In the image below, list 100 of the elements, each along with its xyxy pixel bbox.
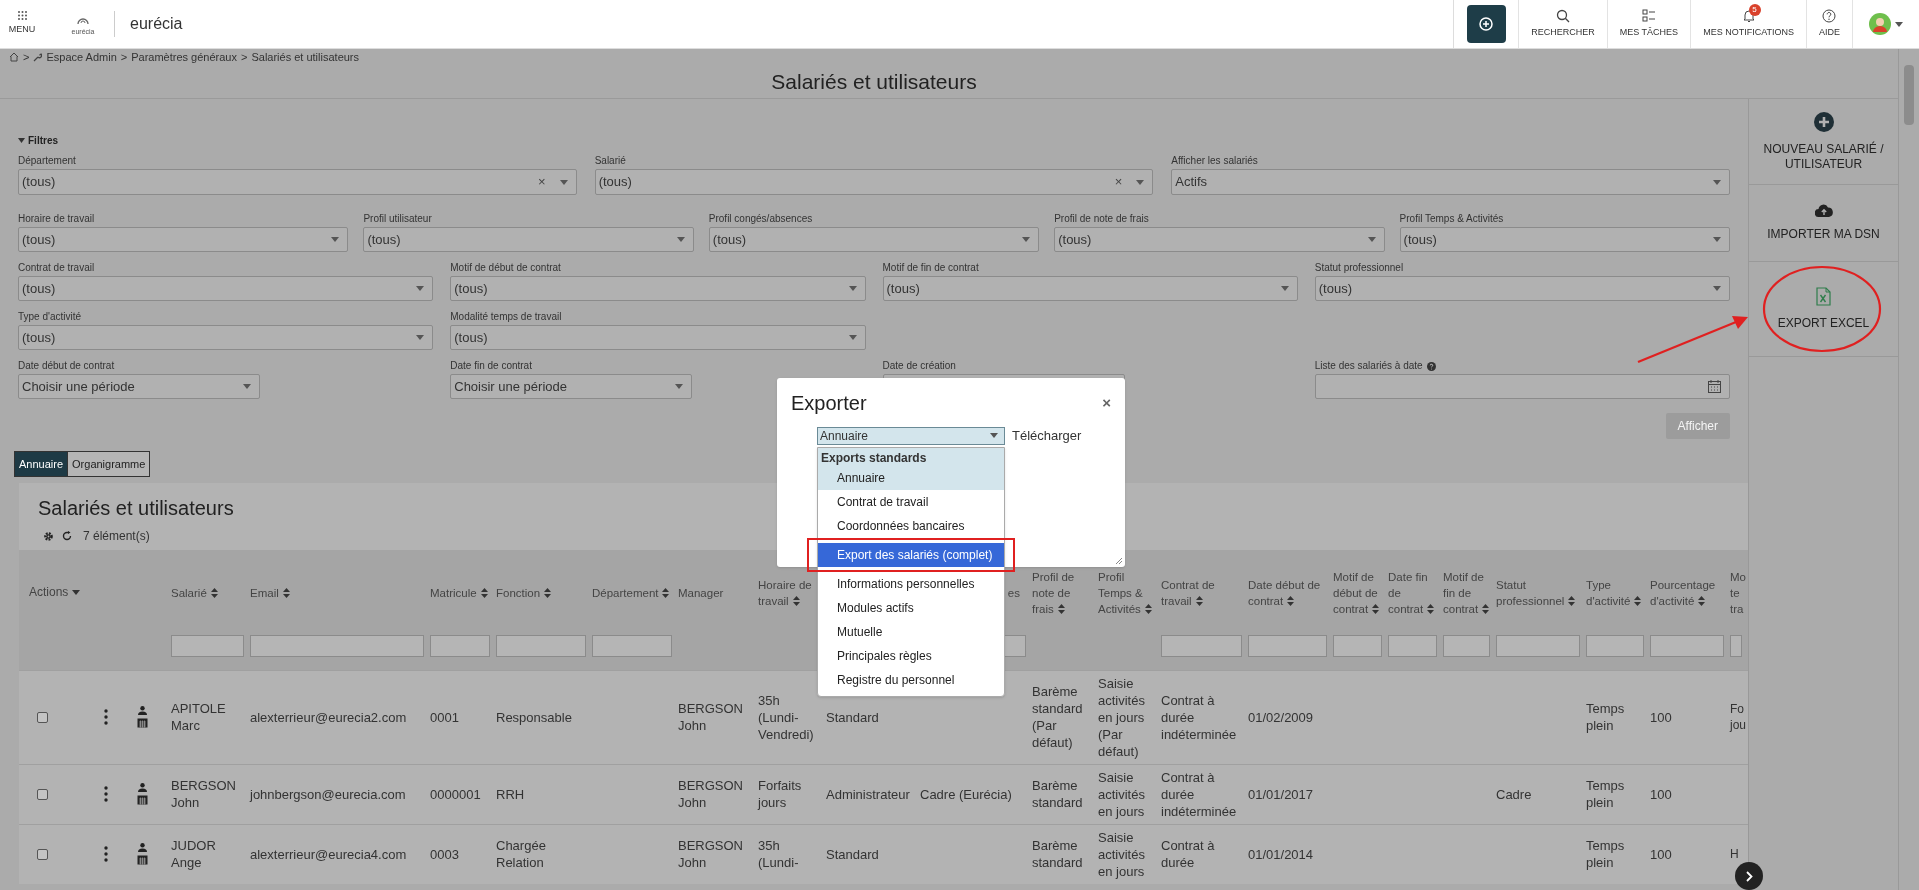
sort-icon[interactable] — [1427, 604, 1435, 615]
select-field[interactable]: (tous) — [1399, 227, 1730, 252]
view-tab[interactable]: Organigramme — [67, 452, 150, 476]
sort-icon[interactable] — [1144, 604, 1152, 615]
actions-menu[interactable]: Actions — [29, 584, 81, 601]
view-tab[interactable]: Annuaire — [15, 452, 68, 476]
resize-handle-icon[interactable] — [1116, 558, 1122, 564]
calendar-icon[interactable] — [137, 717, 148, 728]
clear-icon[interactable]: × — [538, 172, 546, 192]
row-checkbox[interactable] — [37, 788, 48, 800]
sort-icon[interactable] — [480, 588, 488, 599]
sort-icon[interactable] — [1372, 604, 1380, 615]
column-header[interactable]: Profil de note de frais — [1032, 568, 1094, 617]
select-field[interactable]: (tous) — [450, 325, 866, 350]
column-filter-field[interactable] — [592, 635, 672, 657]
person-icon[interactable] — [138, 706, 147, 715]
dropdown-option[interactable]: Mutuelle — [818, 620, 1004, 644]
column-header[interactable]: Motif de fin de contrat — [1443, 568, 1492, 617]
column-header[interactable]: Département — [592, 584, 674, 601]
toolbar-button[interactable]: MES TÂCHES — [1606, 0, 1691, 48]
sort-icon[interactable] — [792, 596, 800, 607]
select-field[interactable]: (tous) — [708, 227, 1040, 252]
column-header[interactable]: Date début de contrat — [1248, 576, 1329, 609]
avatar-icon[interactable] — [1869, 13, 1891, 35]
dropdown-option[interactable]: Principales règles — [818, 644, 1004, 668]
sort-icon[interactable] — [282, 588, 290, 599]
column-header[interactable]: Statut professionnel — [1496, 576, 1582, 609]
calendar-icon[interactable] — [137, 854, 148, 865]
column-filter-field[interactable] — [1496, 635, 1580, 657]
select-field[interactable]: (tous) — [18, 227, 349, 252]
column-filter-field[interactable] — [1650, 635, 1724, 657]
more-icon[interactable] — [104, 786, 108, 802]
column-filter-field[interactable] — [1248, 635, 1327, 657]
column-header[interactable]: Motif de début de contrat — [1333, 568, 1384, 617]
sidebar-action[interactable]: EXPORT EXCEL — [1749, 262, 1898, 357]
sort-icon[interactable] — [1634, 596, 1642, 607]
caret-icon[interactable] — [18, 138, 25, 143]
sort-icon[interactable] — [1057, 604, 1065, 615]
toolbar-button[interactable]: 5 MES NOTIFICATIONS — [1690, 0, 1806, 48]
row-checkbox[interactable] — [37, 848, 48, 860]
sort-icon[interactable] — [544, 588, 552, 599]
clear-icon[interactable]: × — [1114, 172, 1123, 192]
date-field[interactable] — [1314, 374, 1730, 399]
row-checkbox[interactable] — [37, 711, 48, 723]
column-header[interactable]: Contrat de travail — [1161, 576, 1244, 609]
settings-icon[interactable] — [43, 530, 54, 542]
column-filter-field[interactable] — [250, 635, 424, 657]
toolbar-button[interactable]: AIDE — [1806, 0, 1852, 48]
scrollbar-thumb[interactable] — [1904, 65, 1914, 125]
select-field[interactable]: (tous) — [1054, 227, 1385, 252]
column-filter-field[interactable] — [171, 635, 244, 657]
select-field[interactable]: Choisir une période — [450, 374, 693, 399]
column-header[interactable]: Email — [250, 584, 426, 601]
select-field[interactable]: (tous) — [363, 227, 694, 252]
download-link[interactable]: Télécharger — [1012, 426, 1082, 446]
breadcrumb-link[interactable]: Salariés et utilisateurs — [251, 48, 360, 66]
column-header[interactable]: Matricule — [430, 584, 492, 601]
sort-icon[interactable] — [1287, 596, 1295, 607]
home-icon[interactable] — [9, 52, 19, 62]
select-field[interactable]: (tous) × — [594, 169, 1154, 195]
calendar-icon[interactable] — [1708, 380, 1721, 393]
scroll-right-button[interactable] — [1735, 862, 1763, 890]
calendar-icon[interactable] — [137, 794, 148, 805]
menu-button[interactable]: MENU — [0, 0, 44, 48]
select-field[interactable]: (tous) × — [18, 169, 577, 195]
column-filter-field[interactable] — [1333, 635, 1382, 657]
dropdown-option[interactable]: Export des salariés (complet) — [807, 538, 1015, 572]
dropdown-option[interactable]: Annuaire — [818, 466, 1004, 490]
column-filter-field[interactable] — [430, 635, 490, 657]
sort-icon[interactable] — [662, 588, 670, 599]
add-button[interactable] — [1466, 5, 1506, 43]
sort-icon[interactable] — [210, 588, 218, 599]
breadcrumb-link[interactable]: Espace Admin — [46, 48, 117, 66]
column-header[interactable]: Type d'activité — [1586, 576, 1646, 609]
select-field[interactable]: (tous) — [882, 276, 1298, 301]
dropdown-option[interactable]: Registre du personnel — [818, 668, 1004, 692]
toolbar-button[interactable]: RECHERCHER — [1518, 0, 1607, 48]
column-header[interactable]: Salarié — [171, 584, 246, 601]
filters-heading[interactable]: Filtres — [28, 133, 58, 148]
select-field[interactable]: (tous) — [18, 276, 434, 301]
column-header[interactable]: Pourcentage d'activité — [1650, 576, 1726, 609]
refresh-icon[interactable] — [62, 531, 72, 541]
column-header[interactable]: Profil Temps & Activités — [1098, 568, 1157, 617]
dropdown-option[interactable]: Contrat de travail — [818, 490, 1004, 514]
column-filter-field[interactable] — [1586, 635, 1644, 657]
breadcrumb-link[interactable]: Paramètres généraux — [131, 48, 237, 66]
sort-icon[interactable] — [1568, 596, 1576, 607]
person-icon[interactable] — [138, 783, 147, 792]
select-field[interactable]: (tous) — [450, 276, 866, 301]
column-filter-field[interactable] — [496, 635, 586, 657]
more-icon[interactable] — [104, 709, 108, 725]
close-button[interactable]: × — [1102, 391, 1111, 415]
column-header[interactable]: Fonction — [496, 584, 588, 601]
column-header[interactable]: Date fin de contrat — [1388, 568, 1439, 617]
export-select[interactable]: Annuaire — [817, 426, 1005, 445]
more-icon[interactable] — [104, 846, 108, 862]
sort-icon[interactable] — [1482, 604, 1490, 615]
column-filter-field[interactable] — [1443, 635, 1490, 657]
person-icon[interactable] — [138, 843, 147, 852]
sort-icon[interactable] — [1698, 596, 1706, 607]
